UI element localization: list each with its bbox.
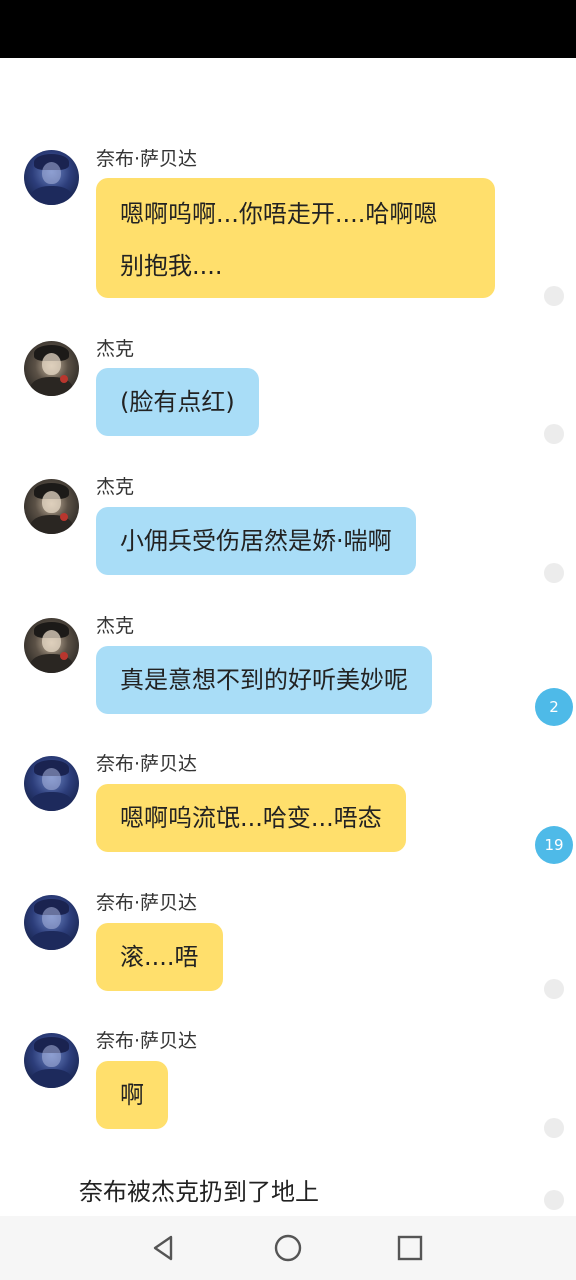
- sender-name: 杰克: [96, 615, 135, 637]
- avatar-face: [42, 630, 61, 652]
- sender-name: 奈布·萨贝达: [96, 753, 198, 775]
- narration-text: 奈布被杰克扔到了地上: [79, 1178, 319, 1206]
- nabu-avatar[interactable]: [24, 895, 79, 950]
- avatar-face: [42, 353, 61, 375]
- message-item: 奈布·萨贝达 滚....唔: [0, 892, 576, 992]
- message-bubble[interactable]: 小佣兵受伤居然是娇·喘啊: [96, 507, 416, 575]
- comment-dot[interactable]: [544, 979, 564, 999]
- sender-name: 奈布·萨贝达: [96, 892, 198, 914]
- message-item: 杰克 真是意想不到的好听美妙呢: [0, 615, 576, 715]
- message-bubble[interactable]: (脸有点红): [96, 368, 259, 436]
- avatar-body: [30, 931, 73, 950]
- message-item: 杰克 小佣兵受伤居然是娇·喘啊: [0, 476, 576, 576]
- home-circle-icon: [274, 1234, 302, 1262]
- recents-button[interactable]: [378, 1216, 442, 1280]
- message-item: 奈布·萨贝达 嗯啊呜流氓...哈变...唔态: [0, 753, 576, 853]
- bubble-line: 嗯啊呜啊...你唔走开....哈啊嗯: [120, 200, 438, 228]
- comment-count-badge[interactable]: 19: [535, 826, 573, 864]
- jack-avatar[interactable]: [24, 618, 79, 673]
- message-bubble[interactable]: 嗯啊呜流氓...哈变...唔态: [96, 784, 406, 852]
- navigation-bar: [0, 1216, 576, 1280]
- message-bubble[interactable]: 嗯啊呜啊...你唔走开....哈啊嗯 别抱我....: [96, 178, 495, 298]
- nabu-avatar[interactable]: [24, 150, 79, 205]
- recents-square-icon: [397, 1235, 423, 1261]
- sender-name: 杰克: [96, 476, 135, 498]
- back-button[interactable]: [132, 1216, 196, 1280]
- home-button[interactable]: [256, 1216, 320, 1280]
- avatar-face: [42, 491, 61, 513]
- message-bubble[interactable]: 真是意想不到的好听美妙呢: [96, 646, 432, 714]
- avatar-body: [30, 792, 73, 811]
- avatar-accent: [60, 652, 68, 660]
- chat-story-view[interactable]: 奈布·萨贝达 嗯啊呜啊...你唔走开....哈啊嗯 别抱我.... 杰克 (脸有…: [0, 58, 576, 1216]
- comment-dot[interactable]: [544, 563, 564, 583]
- avatar-face: [42, 162, 61, 184]
- avatar-accent: [60, 375, 68, 383]
- avatar-accent: [60, 513, 68, 521]
- comment-dot[interactable]: [544, 286, 564, 306]
- message-item: 杰克 (脸有点红): [0, 338, 576, 438]
- nabu-avatar[interactable]: [24, 756, 79, 811]
- avatar-body: [30, 186, 73, 205]
- comment-dot[interactable]: [544, 1190, 564, 1210]
- avatar-body: [30, 1069, 73, 1088]
- message-item: 奈布·萨贝达 啊: [0, 1030, 576, 1130]
- avatar-face: [42, 768, 61, 790]
- comment-count-badge[interactable]: 2: [535, 688, 573, 726]
- message-bubble[interactable]: 啊: [96, 1061, 168, 1129]
- avatar-face: [42, 1045, 61, 1067]
- avatar-face: [42, 907, 61, 929]
- sender-name: 奈布·萨贝达: [96, 1030, 198, 1052]
- status-bar: [0, 0, 576, 58]
- nabu-avatar[interactable]: [24, 1033, 79, 1088]
- sender-name: 杰克: [96, 338, 135, 360]
- comment-dot[interactable]: [544, 424, 564, 444]
- sender-name: 奈布·萨贝达: [96, 148, 198, 170]
- back-triangle-icon: [153, 1235, 173, 1261]
- bubble-line: 别抱我....: [120, 252, 223, 280]
- jack-avatar[interactable]: [24, 341, 79, 396]
- comment-dot[interactable]: [544, 1118, 564, 1138]
- jack-avatar[interactable]: [24, 479, 79, 534]
- message-bubble[interactable]: 滚....唔: [96, 923, 223, 991]
- message-item: 奈布·萨贝达 嗯啊呜啊...你唔走开....哈啊嗯 别抱我....: [0, 148, 576, 298]
